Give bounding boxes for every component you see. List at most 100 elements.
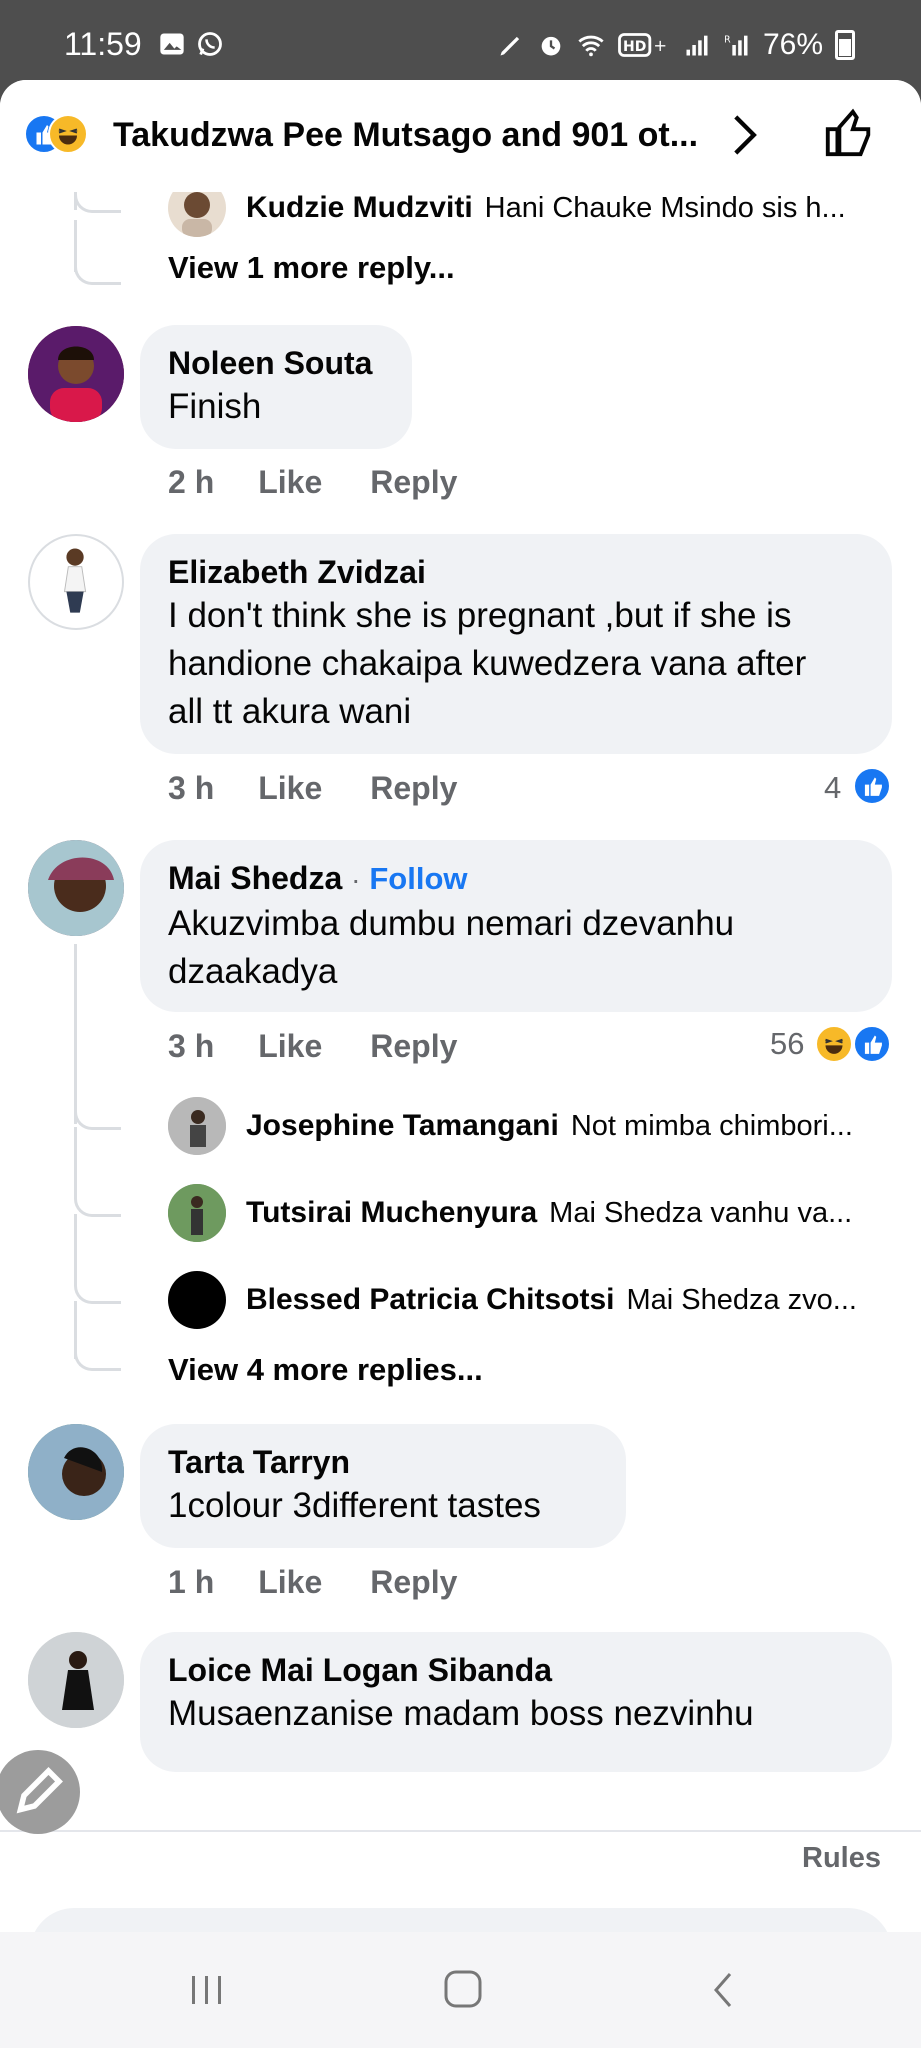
thread-connector	[74, 1346, 121, 1371]
reactions-title[interactable]: Takudzwa Pee Mutsago and 901 ot...	[113, 116, 698, 155]
like-button[interactable]: Like	[258, 1028, 322, 1065]
pencil-fab-button[interactable]	[0, 1750, 80, 1834]
avatar[interactable]	[168, 1097, 226, 1155]
comment-text-line: handione chakaipa kuwedzera vana after	[168, 644, 807, 683]
reply-button[interactable]: Reply	[370, 464, 457, 501]
view-more-replies-link[interactable]: View 1 more reply...	[168, 250, 455, 286]
avatar[interactable]	[28, 1424, 124, 1520]
comment-bubble[interactable]: Elizabeth Zvidzai I don't think she is p…	[140, 534, 892, 754]
reply-text: Mai Shedza vanhu va...	[549, 1196, 853, 1229]
comment-text-line: dzaakadya	[168, 952, 338, 991]
comment-author[interactable]: Tarta Tarryn	[168, 1442, 598, 1482]
avatar[interactable]	[28, 1632, 124, 1728]
thread-line	[74, 1127, 77, 1195]
reaction-count[interactable]: 56	[770, 1026, 804, 1062]
reply-button[interactable]: Reply	[370, 1028, 457, 1065]
reply-preview[interactable]: Kudzie Mudzviti Hani Chauke Msindo sis h…	[168, 192, 892, 238]
status-bar: 11:59 HD + R 76%	[0, 0, 921, 80]
reply-text: Hani Chauke Msindo sis h...	[484, 192, 846, 224]
comment-author[interactable]: Mai Shedza	[168, 860, 342, 896]
reply-button[interactable]: Reply	[370, 1564, 457, 1601]
reply-text: Not mimba chimbori...	[570, 1109, 853, 1142]
home-icon[interactable]	[438, 1968, 488, 2012]
comment-text: Musaenzanise madam boss nezvinhu	[168, 1694, 754, 1733]
avatar[interactable]	[168, 192, 226, 237]
comment-bubble[interactable]: Loice Mai Logan Sibanda Musaenzanise mad…	[140, 1632, 892, 1772]
chevron-right-icon[interactable]	[724, 112, 764, 158]
avatar[interactable]	[28, 326, 124, 422]
reply-preview[interactable]: Blessed Patricia Chitsotsi Mai Shedza zv…	[168, 1270, 892, 1330]
gallery-icon	[160, 33, 184, 55]
reply-author[interactable]: Josephine Tamangani	[246, 1109, 559, 1143]
comment-actions: 3 h Like Reply	[168, 770, 505, 807]
avatar[interactable]	[28, 534, 124, 630]
comment-actions: 2 h Like Reply	[168, 464, 505, 501]
haha-reaction-icon	[48, 114, 88, 154]
comment-actions: 3 h Like Reply	[168, 1028, 505, 1065]
view-more-replies-link[interactable]: View 4 more replies...	[168, 1352, 483, 1388]
reply-button[interactable]: Reply	[370, 770, 457, 807]
comment-time: 1 h	[168, 1564, 215, 1600]
alarm-icon	[541, 36, 561, 56]
follow-button[interactable]: Follow	[369, 861, 467, 896]
battery-icon	[835, 30, 855, 60]
comment-bubble[interactable]: Noleen Souta Finish	[140, 325, 412, 449]
pencil-icon	[16, 1767, 63, 1814]
comment-actions: 1 h Like Reply	[168, 1564, 505, 1601]
comment-text-line: all tt akura wani	[168, 692, 412, 731]
hd-icon: HD +	[618, 33, 667, 57]
like-button[interactable]: Like	[258, 464, 322, 501]
signal-icon	[686, 35, 708, 56]
like-post-button[interactable]	[822, 106, 876, 160]
comment-author[interactable]: Loice Mai Logan Sibanda	[168, 1650, 864, 1690]
reply-author[interactable]: Tutsirai Muchenyura	[246, 1196, 537, 1230]
reaction-summary[interactable]	[24, 114, 88, 154]
svg-text:+: +	[653, 36, 667, 55]
wifi-icon	[578, 35, 604, 57]
like-reaction-icon	[852, 1024, 892, 1064]
separator-dot: ·	[351, 864, 361, 895]
like-button[interactable]: Like	[258, 1564, 322, 1601]
back-icon[interactable]	[700, 1968, 750, 2012]
pen-icon	[500, 36, 520, 56]
thread-connector	[74, 192, 121, 213]
thread-connector	[74, 1192, 121, 1217]
thread-connector	[74, 1105, 121, 1130]
reply-preview[interactable]: Josephine Tamangani Not mimba chimbori..…	[168, 1096, 892, 1156]
rules-link[interactable]: Rules	[802, 1842, 881, 1875]
reply-preview[interactable]: Tutsirai Muchenyura Mai Shedza vanhu va.…	[168, 1183, 892, 1243]
comment-bubble[interactable]: Tarta Tarryn 1colour 3different tastes	[140, 1424, 626, 1548]
comment-text-line: Akuzvimba dumbu nemari dzevanhu	[168, 904, 735, 943]
thread-connector	[74, 1279, 121, 1304]
recent-apps-icon[interactable]	[182, 1968, 232, 2012]
signal-icon-2: R	[724, 35, 748, 56]
comment-text: 1colour 3different tastes	[168, 1486, 541, 1525]
avatar[interactable]	[168, 1184, 226, 1242]
haha-reaction-icon	[814, 1024, 854, 1064]
thread-line	[74, 944, 77, 1124]
like-reaction-icon	[852, 766, 892, 806]
thread-connector	[74, 260, 121, 285]
sheet-header: Takudzwa Pee Mutsago and 901 ot...	[0, 80, 921, 192]
svg-text:R: R	[724, 35, 731, 46]
comment-time: 3 h	[168, 770, 215, 806]
comment-time: 2 h	[168, 464, 215, 500]
battery-percent: 76%	[762, 28, 823, 61]
comment-author[interactable]: Elizabeth Zvidzai	[168, 552, 864, 592]
comment-author[interactable]: Noleen Souta	[168, 343, 384, 383]
comment-input[interactable]	[30, 1908, 892, 1932]
comment-text-line: I don't think she is pregnant ,but if sh…	[168, 596, 792, 635]
comment-list: Kudzie Mudzviti Hani Chauke Msindo sis h…	[0, 192, 921, 1830]
comment-time: 3 h	[168, 1028, 215, 1064]
system-nav-bar	[0, 1932, 921, 2048]
comments-sheet: Takudzwa Pee Mutsago and 901 ot... Kudzi…	[0, 80, 921, 1932]
like-button[interactable]: Like	[258, 770, 322, 807]
avatar[interactable]	[168, 1271, 226, 1329]
reply-text: Mai Shedza zvo...	[626, 1283, 857, 1316]
avatar[interactable]	[28, 840, 124, 936]
comment-composer: Rules	[0, 1830, 921, 1932]
reply-author[interactable]: Kudzie Mudzviti	[246, 192, 473, 225]
reply-author[interactable]: Blessed Patricia Chitsotsi	[246, 1283, 614, 1317]
reaction-count[interactable]: 4	[824, 770, 841, 806]
comment-bubble[interactable]: Mai Shedza · Follow Akuzvimba dumbu nema…	[140, 840, 892, 1012]
